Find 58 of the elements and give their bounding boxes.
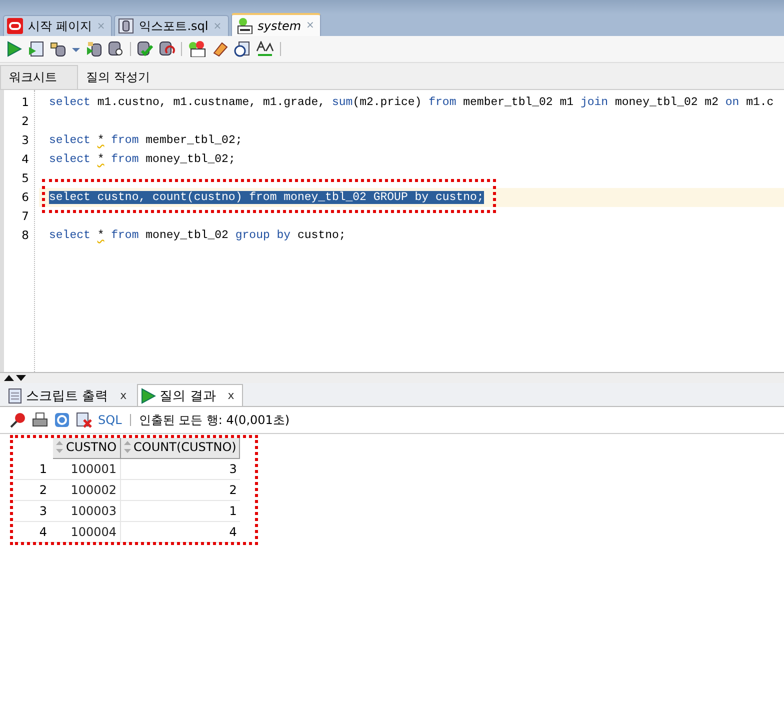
database-icon[interactable]: [50, 41, 66, 57]
run-script-icon[interactable]: [28, 41, 44, 57]
database-run-icon[interactable]: [86, 41, 102, 57]
sql-gear-icon[interactable]: [188, 41, 206, 57]
code-line: select m1.custno, m1.custname, m1.grade, sum(m2.price) from member_tbl_02 m1 join money_tbl_02 m2 on m1.c: [49, 96, 774, 109]
font-case-icon[interactable]: [256, 41, 274, 57]
table-cell: 100001: [53, 458, 120, 480]
line-number: 4: [20, 151, 30, 168]
oracle-logo-icon: [7, 18, 23, 34]
row-number: 4: [14, 522, 53, 542]
line-number: 2: [20, 113, 30, 130]
row-number: 2: [14, 480, 53, 500]
result-tab[interactable]: 질의 결과 x: [136, 384, 244, 406]
run-icon: [140, 388, 156, 404]
script-output-icon: [8, 388, 22, 404]
row-number: 3: [14, 500, 53, 522]
document-tab[interactable]: 익스포트.sql ×: [114, 15, 229, 36]
database-file-icon: [118, 18, 134, 34]
line-number: 3: [20, 132, 30, 149]
editor-tab[interactable]: 워크시트: [0, 65, 78, 89]
code-line: select * from money_tbl_02 group by custno;: [49, 229, 346, 242]
editor-tab[interactable]: 질의 작성기: [78, 66, 158, 89]
line-number: 6: [20, 189, 30, 206]
delete-document-icon[interactable]: [76, 412, 92, 428]
table-cell: 100004: [53, 522, 120, 542]
table-cell: 100003: [53, 500, 120, 522]
document-tab[interactable]: system ×: [230, 13, 322, 36]
code-line: select * from money_tbl_02;: [49, 153, 236, 166]
database-search-icon[interactable]: [108, 41, 124, 57]
line-number: 5: [20, 170, 30, 187]
status-text: 인출된 모든 행: 4(0,001초): [138, 412, 290, 428]
close-icon[interactable]: x: [228, 389, 234, 402]
run-icon[interactable]: [6, 41, 22, 57]
row-number: 1: [14, 458, 53, 480]
collapse-arrows-icon[interactable]: [4, 374, 26, 382]
result-tab[interactable]: 스크립트 출력 x: [6, 385, 135, 406]
rollback-icon[interactable]: [159, 41, 175, 57]
commit-icon[interactable]: [137, 41, 153, 57]
close-icon[interactable]: x: [120, 389, 127, 402]
document-tab[interactable]: 시작 페이지 ×: [3, 15, 112, 36]
pin-icon[interactable]: [10, 412, 26, 428]
sql-link[interactable]: SQL: [98, 413, 122, 427]
column-header[interactable]: COUNT(CUSTNO): [120, 438, 240, 458]
line-number: 7: [20, 208, 30, 225]
table-cell: 2: [120, 480, 240, 500]
table-cell: 1: [120, 500, 240, 522]
eraser-icon[interactable]: [212, 41, 228, 57]
column-header[interactable]: CUSTNO: [53, 438, 120, 458]
table-cell: 3: [120, 458, 240, 480]
print-icon[interactable]: [32, 412, 48, 428]
line-number: 8: [20, 227, 30, 244]
sql-worksheet-icon: [234, 18, 253, 34]
code-line: select * from member_tbl_02;: [49, 134, 242, 147]
clock-document-icon[interactable]: [234, 41, 250, 57]
table-cell: 4: [120, 522, 240, 542]
line-number: 1: [20, 94, 30, 111]
refresh-icon[interactable]: [54, 412, 70, 428]
table-cell: 100002: [53, 480, 120, 500]
